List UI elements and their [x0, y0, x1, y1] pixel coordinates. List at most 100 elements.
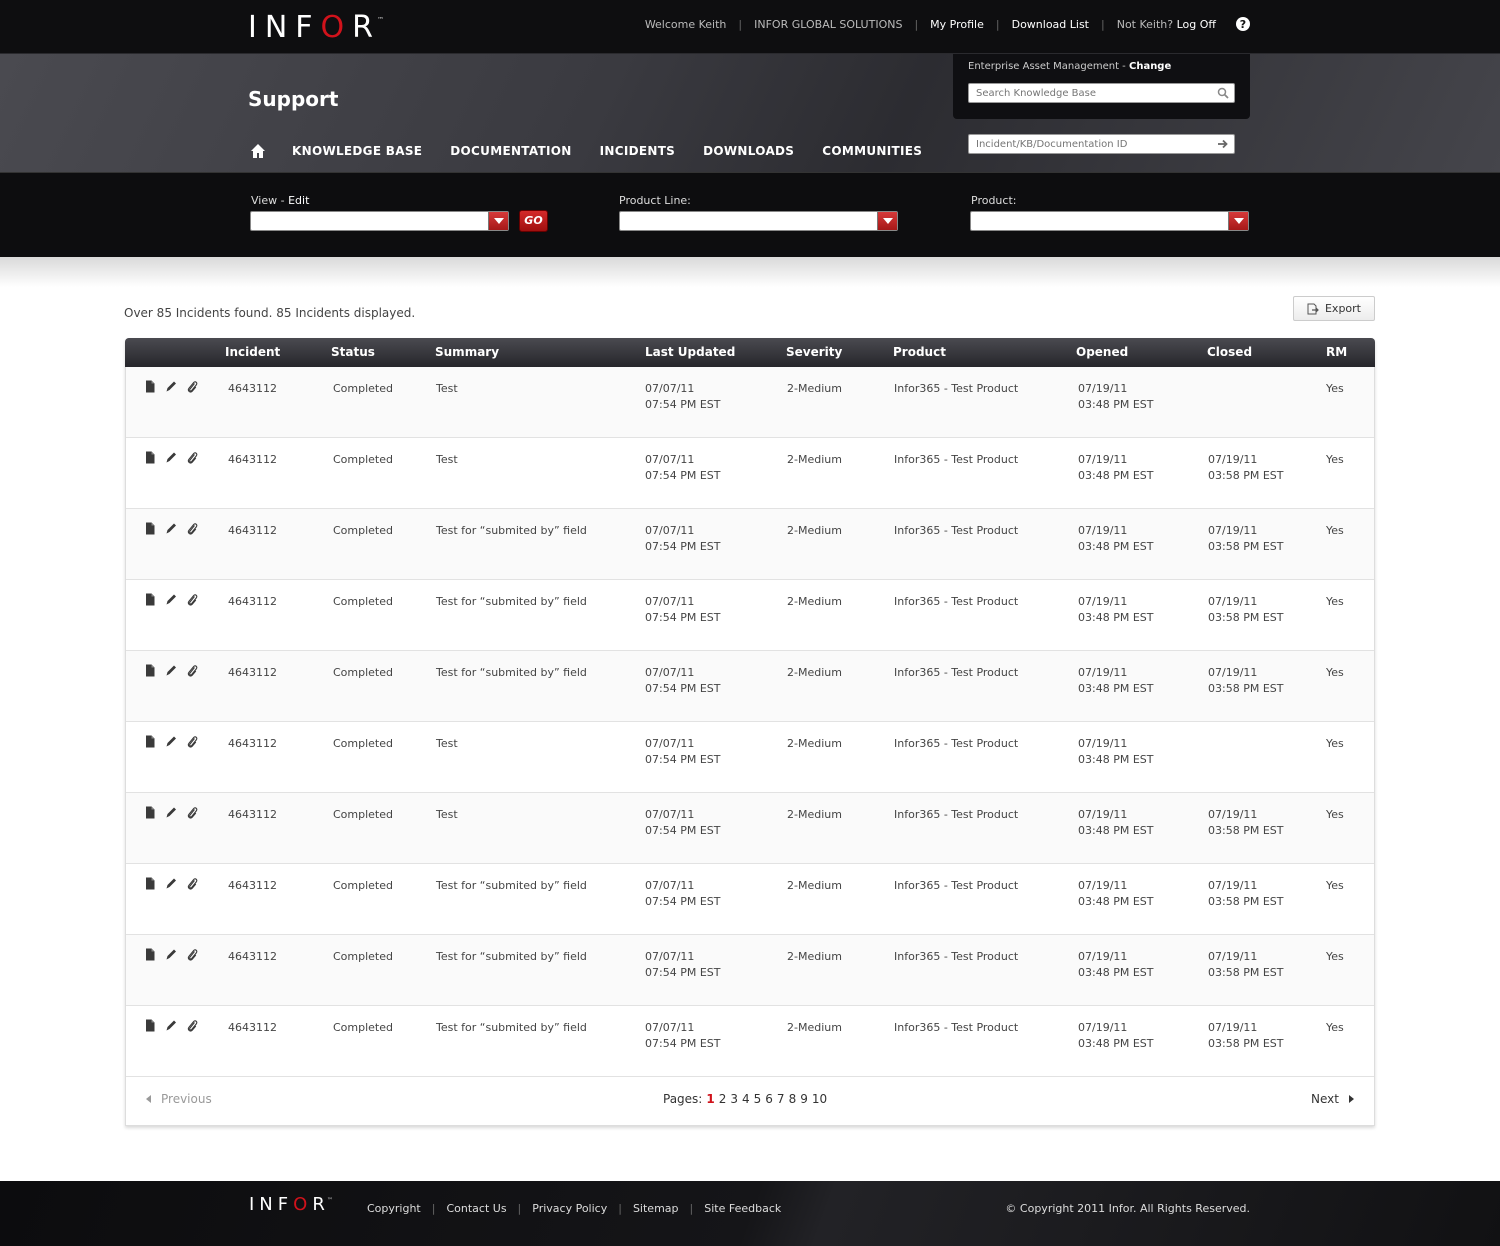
page-link[interactable]: 8: [789, 1092, 797, 1106]
col-last-updated[interactable]: Last Updated: [645, 345, 735, 359]
view-select[interactable]: [250, 211, 509, 231]
cell-rm: Yes: [1326, 453, 1344, 466]
document-icon[interactable]: [144, 948, 156, 961]
page-link[interactable]: 2: [719, 1092, 727, 1106]
pencil-icon[interactable]: [165, 948, 177, 961]
col-product[interactable]: Product: [893, 345, 946, 359]
footer-link-contact[interactable]: Contact Us: [446, 1202, 506, 1215]
nav-communities[interactable]: COMMUNITIES: [822, 144, 922, 158]
col-incident[interactable]: Incident: [225, 345, 280, 359]
search-icon[interactable]: [1217, 87, 1229, 99]
cell-summary: Test for “submited by” field: [436, 1021, 587, 1034]
table-row[interactable]: 4643112 Completed Test for “submited by” f…: [126, 580, 1374, 651]
footer-link-privacy[interactable]: Privacy Policy: [532, 1202, 607, 1215]
page-link[interactable]: 10: [812, 1092, 827, 1106]
cell-severity: 2-Medium: [787, 524, 842, 537]
document-icon[interactable]: [144, 380, 156, 393]
document-icon[interactable]: [144, 806, 156, 819]
document-icon[interactable]: [144, 664, 156, 677]
col-rm[interactable]: RM: [1326, 345, 1347, 359]
col-summary[interactable]: Summary: [435, 345, 499, 359]
chevron-down-icon[interactable]: [877, 212, 897, 230]
footer-link-feedback[interactable]: Site Feedback: [704, 1202, 781, 1215]
cell-incident: 4643112: [228, 808, 277, 821]
pencil-icon[interactable]: [165, 522, 177, 535]
knowledge-search-input[interactable]: [969, 84, 1234, 102]
pencil-icon[interactable]: [165, 593, 177, 606]
document-icon[interactable]: [144, 593, 156, 606]
col-closed[interactable]: Closed: [1207, 345, 1252, 359]
col-status[interactable]: Status: [331, 345, 375, 359]
row-actions: [144, 1019, 207, 1032]
page-link[interactable]: 5: [754, 1092, 762, 1106]
table-row[interactable]: 4643112 Completed Test for “submited by” f…: [126, 935, 1374, 1006]
pencil-icon[interactable]: [165, 451, 177, 464]
my-profile-link[interactable]: My Profile: [930, 18, 984, 31]
table-row[interactable]: 4643112 Completed Test for “submited by” f…: [126, 651, 1374, 722]
document-icon[interactable]: [144, 1019, 156, 1032]
pencil-icon[interactable]: [165, 380, 177, 393]
export-button[interactable]: Export: [1293, 296, 1375, 321]
table-row[interactable]: 4643112 Completed Test for “submited by” f…: [126, 864, 1374, 935]
nav-knowledge-base[interactable]: KNOWLEDGE BASE: [292, 144, 422, 158]
cell-status: Completed: [333, 382, 393, 395]
paperclip-icon[interactable]: [186, 451, 198, 464]
footer-link-copyright[interactable]: Copyright: [367, 1202, 421, 1215]
chevron-down-icon[interactable]: [488, 212, 508, 230]
cell-opened: 07/19/11 03:48 PM EST: [1078, 524, 1154, 553]
page-link[interactable]: 9: [800, 1092, 808, 1106]
document-icon[interactable]: [144, 522, 156, 535]
col-severity[interactable]: Severity: [786, 345, 842, 359]
home-icon[interactable]: [250, 143, 266, 159]
help-icon[interactable]: ?: [1236, 17, 1250, 31]
document-icon[interactable]: [144, 735, 156, 748]
table-row[interactable]: 4643112 Completed Test 07/07/11 07:54 PM EST…: [126, 722, 1374, 793]
footer-logo[interactable]: INFOR ™: [249, 1194, 333, 1215]
download-list-link[interactable]: Download List: [1012, 18, 1089, 31]
paperclip-icon[interactable]: [186, 735, 198, 748]
paperclip-icon[interactable]: [186, 806, 198, 819]
change-link[interactable]: Change: [1129, 61, 1171, 72]
paperclip-icon[interactable]: [186, 1019, 198, 1032]
pencil-icon[interactable]: [165, 735, 177, 748]
paperclip-icon[interactable]: [186, 664, 198, 677]
nav-documentation[interactable]: DOCUMENTATION: [450, 144, 571, 158]
paperclip-icon[interactable]: [186, 948, 198, 961]
pencil-icon[interactable]: [165, 664, 177, 677]
table-row[interactable]: 4643112 Completed Test for “submited by” f…: [126, 1006, 1374, 1077]
previous-button[interactable]: Previous: [146, 1092, 212, 1106]
page-link[interactable]: 3: [730, 1092, 738, 1106]
product-select[interactable]: [970, 211, 1249, 231]
cell-status: Completed: [333, 808, 393, 821]
next-button[interactable]: Next: [1311, 1092, 1354, 1106]
product-line-select[interactable]: [619, 211, 898, 231]
go-button[interactable]: GO: [519, 210, 548, 232]
page-link[interactable]: 1: [706, 1092, 714, 1106]
page-link[interactable]: 6: [765, 1092, 773, 1106]
document-icon[interactable]: [144, 877, 156, 890]
paperclip-icon[interactable]: [186, 380, 198, 393]
table-row[interactable]: 4643112 Completed Test 07/07/11 07:54 PM EST…: [126, 793, 1374, 864]
page-link[interactable]: 4: [742, 1092, 750, 1106]
log-off-link[interactable]: Log Off: [1177, 18, 1216, 31]
infor-logo[interactable]: INFOR ™: [248, 10, 384, 45]
id-lookup-input[interactable]: [969, 135, 1234, 153]
footer-link-sitemap[interactable]: Sitemap: [633, 1202, 679, 1215]
page-link[interactable]: 7: [777, 1092, 785, 1106]
paperclip-icon[interactable]: [186, 877, 198, 890]
col-opened[interactable]: Opened: [1076, 345, 1128, 359]
view-edit-link[interactable]: Edit: [288, 194, 309, 207]
nav-downloads[interactable]: DOWNLOADS: [703, 144, 794, 158]
pencil-icon[interactable]: [165, 1019, 177, 1032]
arrow-right-icon[interactable]: [1217, 138, 1229, 150]
chevron-down-icon[interactable]: [1228, 212, 1248, 230]
paperclip-icon[interactable]: [186, 522, 198, 535]
document-icon[interactable]: [144, 451, 156, 464]
table-row[interactable]: 4643112 Completed Test for “submited by” f…: [126, 509, 1374, 580]
pencil-icon[interactable]: [165, 806, 177, 819]
pencil-icon[interactable]: [165, 877, 177, 890]
paperclip-icon[interactable]: [186, 593, 198, 606]
table-row[interactable]: 4643112 Completed Test 07/07/11 07:54 PM EST…: [126, 438, 1374, 509]
table-row[interactable]: 4643112 Completed Test 07/07/11 07:54 PM EST…: [126, 367, 1374, 438]
nav-incidents[interactable]: INCIDENTS: [600, 144, 676, 158]
